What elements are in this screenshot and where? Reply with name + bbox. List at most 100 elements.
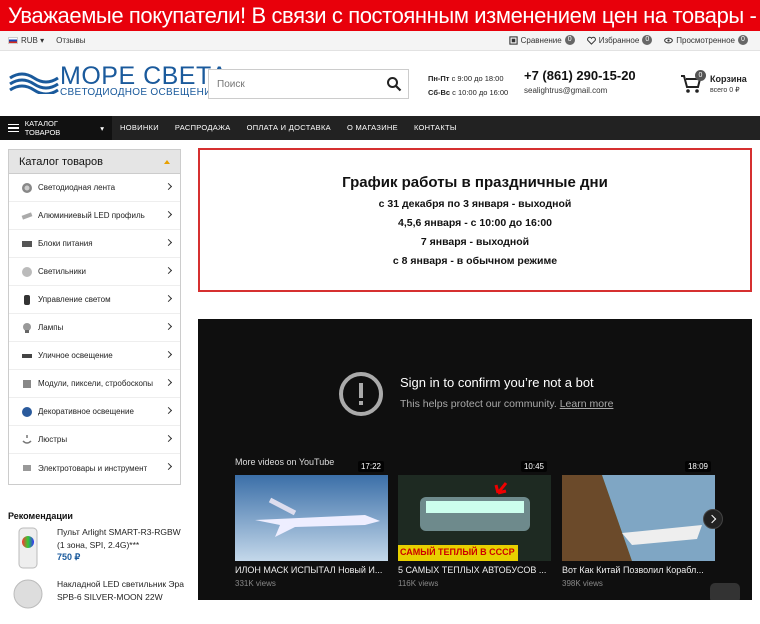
email-link[interactable]: sealightrus@gmail.com bbox=[524, 86, 607, 95]
chevron-right-icon bbox=[164, 434, 173, 443]
video-overlay-text: САМЫЙ ТЕПЛЫЙ В СССР bbox=[400, 547, 515, 557]
favorites-link[interactable]: Избранное 0 bbox=[586, 35, 653, 45]
sidebar-item-lamps[interactable]: Лампы bbox=[9, 314, 180, 342]
sidebar-item-modules[interactable]: Модули, пиксели, стробоскопы bbox=[9, 370, 180, 398]
next-videos-button[interactable] bbox=[703, 509, 723, 529]
sidebar-item-led-strip[interactable]: Светодиодная лента bbox=[9, 174, 180, 202]
sidebar-item-label: Блоки питания bbox=[38, 239, 93, 248]
bot-check-text: This helps protect our community. bbox=[400, 398, 557, 410]
lamp-fixture-icon bbox=[22, 266, 32, 277]
nav-item-new[interactable]: НОВИНКИ bbox=[112, 116, 167, 140]
chevron-right-icon bbox=[164, 266, 173, 275]
sidebar-item-decor[interactable]: Декоративное освещение bbox=[9, 398, 180, 426]
bot-check-title: Sign in to confirm you’re not a bot bbox=[400, 375, 594, 390]
video-title[interactable]: Вот Как Китай Позволил Корабл... bbox=[562, 565, 715, 575]
sidebar-item-label: Управление светом bbox=[38, 295, 111, 304]
notice-line: 4,5,6 января - с 10:00 до 16:00 bbox=[397, 217, 552, 229]
sidebar-item-power[interactable]: Блоки питания bbox=[9, 230, 180, 258]
youtube-logo-icon[interactable] bbox=[710, 583, 740, 600]
wave-logo-icon bbox=[9, 72, 59, 94]
sidebar-item-tools[interactable]: Электротовары и инструмент bbox=[9, 454, 180, 482]
product-price: 750 ₽ bbox=[57, 552, 81, 562]
collapse-icon bbox=[164, 160, 170, 164]
sidebar-item-label: Светодиодная лента bbox=[38, 183, 116, 192]
sidebar-item-control[interactable]: Управление светом bbox=[9, 286, 180, 314]
viewed-label: Просмотренное bbox=[676, 35, 735, 45]
cart-count: 0 bbox=[695, 70, 706, 81]
sidebar-item-label: Модули, пиксели, стробоскопы bbox=[38, 379, 153, 388]
phone-number[interactable]: +7 (861) 290-15-20 bbox=[524, 68, 636, 83]
product-card[interactable]: Накладной LED светильник Эра SPB-6 SILVE… bbox=[8, 578, 184, 624]
nav-item-contacts[interactable]: КОНТАКТЫ bbox=[406, 116, 465, 140]
chandelier-icon bbox=[22, 434, 32, 444]
viewed-link[interactable]: Просмотренное 0 bbox=[664, 35, 748, 45]
power-supply-icon bbox=[22, 240, 32, 247]
product-name[interactable]: Накладной LED светильник Эра SPB-6 SILVE… bbox=[57, 578, 187, 604]
weekend-hours: с 10:00 до 16:00 bbox=[452, 88, 509, 97]
video-thumbnail-ship bbox=[562, 475, 715, 561]
search-box bbox=[208, 69, 409, 99]
street-light-icon bbox=[22, 353, 32, 358]
site-logo[interactable]: МОРЕ СВЕТА СВЕТОДИОДНОЕ ОСВЕЩЕНИЕ bbox=[8, 62, 228, 102]
chevron-right-icon bbox=[164, 210, 173, 219]
sidebar-header[interactable]: Каталог товаров bbox=[9, 150, 180, 174]
reviews-link[interactable]: Отзывы bbox=[56, 36, 85, 45]
video-views: 116K views bbox=[398, 579, 439, 588]
learn-more-link[interactable]: Learn more bbox=[560, 398, 614, 410]
ceiling-light-image bbox=[13, 579, 43, 609]
sidebar-item-chandeliers[interactable]: Люстры bbox=[9, 426, 180, 454]
chevron-right-icon bbox=[164, 294, 173, 303]
logo-subtitle: СВЕТОДИОДНОЕ ОСВЕЩЕНИЕ bbox=[60, 87, 219, 98]
site-header: МОРЕ СВЕТА СВЕТОДИОДНОЕ ОСВЕЩЕНИЕ Пн-Пт … bbox=[0, 52, 760, 116]
notice-title: График работы в праздничные дни bbox=[342, 174, 608, 191]
chevron-right-icon bbox=[164, 322, 173, 331]
sidebar-title: Каталог товаров bbox=[19, 156, 103, 168]
sidebar-item-fixtures[interactable]: Светильники bbox=[9, 258, 180, 286]
favorites-count: 0 bbox=[642, 35, 653, 45]
sidebar-item-label: Люстры bbox=[38, 435, 68, 444]
currency-label: RUB bbox=[21, 36, 38, 45]
sidebar-item-street[interactable]: Уличное освещение bbox=[9, 342, 180, 370]
led-strip-icon bbox=[22, 182, 32, 193]
recommendations-title: Рекомендации bbox=[8, 511, 73, 521]
chevron-right-icon bbox=[164, 238, 173, 247]
sidebar-item-label: Уличное освещение bbox=[38, 351, 113, 360]
chevron-right-icon bbox=[164, 350, 173, 359]
working-hours: Пн-Пт с 9:00 до 18:00 Сб-Вс с 10:00 до 1… bbox=[428, 72, 508, 100]
currency-selector[interactable]: RUB ▾ bbox=[8, 36, 44, 45]
more-videos-label: More videos on YouTube bbox=[235, 457, 335, 467]
video-views: 331K views bbox=[235, 579, 276, 588]
sidebar-item-label: Электротовары и инструмент bbox=[38, 463, 148, 473]
video-thumbnail-jet bbox=[235, 475, 388, 561]
viewed-count: 0 bbox=[738, 35, 748, 45]
compare-link[interactable]: Сравнение 0 bbox=[508, 35, 575, 45]
sidebar-item-profile[interactable]: Алюминиевый LED профиль bbox=[9, 202, 180, 230]
bot-check-subtitle: This helps protect our community. Learn … bbox=[400, 398, 613, 410]
compare-icon bbox=[508, 35, 518, 45]
nav-item-payment[interactable]: ОПЛАТА И ДОСТАВКА bbox=[239, 116, 339, 140]
youtube-embed[interactable]: Sign in to confirm you’re not a bot This… bbox=[198, 319, 752, 600]
search-input[interactable] bbox=[209, 70, 379, 98]
russia-flag-icon bbox=[8, 37, 18, 45]
cart-button[interactable]: 0 Корзина всего 0 ₽ bbox=[680, 70, 755, 100]
search-icon[interactable] bbox=[386, 76, 402, 92]
compare-label: Сравнение bbox=[520, 35, 562, 45]
chevron-right-icon bbox=[164, 462, 173, 471]
product-name[interactable]: Пульт Arlight SMART-R3-RGBW (1 зона, SPI… bbox=[57, 526, 187, 552]
catalog-menu-button[interactable]: КАТАЛОГ ТОВАРОВ ▾ bbox=[0, 116, 112, 140]
video-title[interactable]: ИЛОН МАСК ИСПЫТАЛ Новый И... bbox=[235, 565, 388, 575]
chevron-right-icon bbox=[164, 406, 173, 415]
nav-item-about[interactable]: О МАГАЗИНЕ bbox=[339, 116, 406, 140]
video-title[interactable]: 5 САМЫХ ТЕПЛЫХ АВТОБУСОВ ... bbox=[398, 565, 551, 575]
main-nav: КАТАЛОГ ТОВАРОВ ▾ НОВИНКИ РАСПРОДАЖА ОПЛ… bbox=[0, 116, 760, 140]
product-card[interactable]: Пульт Arlight SMART-R3-RGBW (1 зона, SPI… bbox=[8, 526, 183, 572]
tools-icon bbox=[23, 465, 31, 471]
eye-icon bbox=[664, 37, 674, 43]
top-bar: RUB ▾ Отзывы Сравнение 0 Избранное 0 Про… bbox=[0, 31, 760, 51]
weekend-label: Сб-Вс bbox=[428, 88, 451, 97]
heart-icon bbox=[586, 36, 596, 45]
profile-icon bbox=[21, 211, 33, 220]
weekday-label: Пн-Пт bbox=[428, 74, 450, 83]
sidebar-item-label: Декоративное освещение bbox=[38, 407, 134, 416]
nav-item-sale[interactable]: РАСПРОДАЖА bbox=[167, 116, 239, 140]
